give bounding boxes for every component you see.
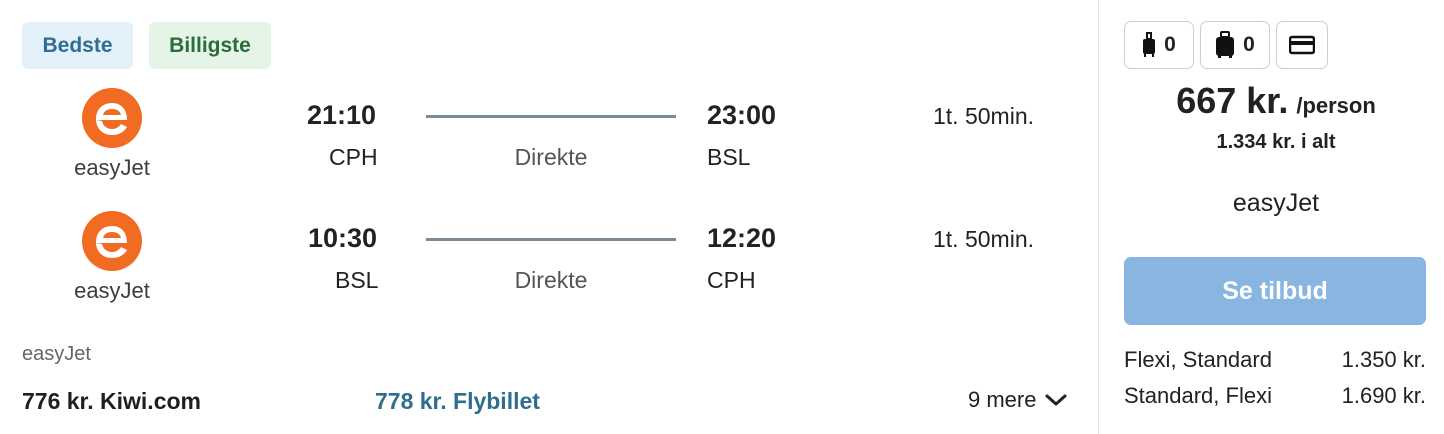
arrival-time: 23:00 bbox=[707, 100, 777, 130]
fare-option[interactable]: Flexi, Standard 1.350 kr. bbox=[1124, 347, 1426, 373]
departure-airport: BSL bbox=[335, 267, 379, 293]
deal-flybillet-link[interactable]: 778 kr. Flybillet bbox=[375, 388, 540, 415]
credit-card-icon bbox=[1289, 35, 1315, 55]
flight-line bbox=[426, 238, 676, 241]
airline-name: easyJet bbox=[74, 278, 150, 303]
deal-kiwi-link[interactable]: 776 kr. Kiwi.com bbox=[22, 388, 201, 415]
cabin-bag-icon bbox=[1143, 32, 1156, 57]
fare-price: 1.350 kr. bbox=[1341, 347, 1426, 372]
more-deals-button[interactable]: 9 mere bbox=[968, 387, 1068, 413]
flight-duration: 1t. 50min. bbox=[933, 103, 1034, 129]
stops-label: Direkte bbox=[514, 144, 588, 170]
per-person-label: /person bbox=[1296, 93, 1376, 118]
easyjet-logo-icon bbox=[82, 88, 142, 148]
view-deal-button[interactable]: Se tilbud bbox=[1124, 257, 1426, 325]
stops-label: Direkte bbox=[514, 267, 588, 293]
cabin-bag-count: 0 bbox=[1164, 33, 1176, 56]
departure-time: 21:10 bbox=[307, 100, 377, 130]
cheapest-badge: Billigste bbox=[149, 22, 271, 69]
departure-time: 10:30 bbox=[308, 223, 378, 253]
operator-label: easyJet bbox=[22, 343, 91, 365]
cabin-bag-filter[interactable]: 0 bbox=[1124, 21, 1194, 69]
airline-logo: easyJet bbox=[50, 210, 174, 304]
checked-bag-filter[interactable]: 0 bbox=[1200, 21, 1270, 69]
more-deals-label: 9 mere bbox=[968, 387, 1037, 412]
best-badge: Bedste bbox=[22, 22, 133, 69]
flight-line bbox=[426, 115, 676, 118]
chevron-down-icon bbox=[1045, 394, 1067, 406]
flight-duration: 1t. 50min. bbox=[933, 226, 1034, 252]
fare-option[interactable]: Standard, Flexi 1.690 kr. bbox=[1124, 383, 1426, 409]
arrival-airport: CPH bbox=[707, 267, 756, 293]
departure-airport: CPH bbox=[329, 144, 378, 170]
arrival-airport: BSL bbox=[707, 144, 751, 170]
airline-logo: easyJet bbox=[50, 87, 174, 181]
airline-name: easyJet bbox=[74, 155, 150, 180]
checked-bag-icon bbox=[1216, 31, 1235, 58]
fare-name: Standard, Flexi bbox=[1124, 383, 1272, 408]
checked-bag-count: 0 bbox=[1243, 33, 1255, 56]
fare-price: 1.690 kr. bbox=[1341, 383, 1426, 408]
payment-card-filter[interactable] bbox=[1276, 21, 1328, 69]
arrival-time: 12:20 bbox=[707, 223, 777, 253]
price-per-person: 667 kr. /person bbox=[1108, 80, 1444, 122]
price-amount: 667 kr. bbox=[1176, 80, 1289, 121]
easyjet-logo-icon bbox=[82, 211, 142, 271]
fare-name: Flexi, Standard bbox=[1124, 347, 1272, 372]
side-airline-name: easyJet bbox=[1232, 189, 1320, 217]
panel-divider bbox=[1098, 0, 1099, 434]
price-total: 1.334 kr. i alt bbox=[1216, 131, 1336, 153]
